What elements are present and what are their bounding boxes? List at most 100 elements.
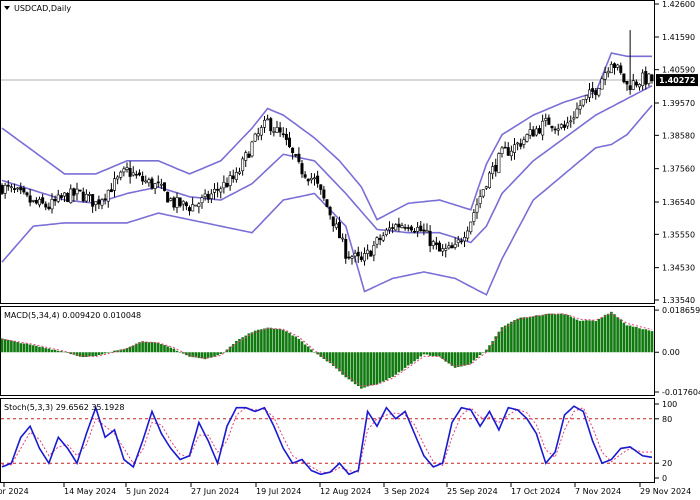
candle-body (444, 248, 448, 251)
candle-body (41, 197, 45, 204)
candle-body (422, 229, 426, 232)
macd-bar (506, 323, 510, 353)
candle-body (466, 230, 470, 239)
candle-body (166, 191, 170, 203)
current-price-label: 1.40272 (659, 76, 695, 85)
macd-bar (281, 330, 285, 353)
macd-bar (431, 352, 435, 357)
macd-bar (425, 352, 429, 355)
candle-body (581, 99, 585, 106)
candle-body (31, 199, 35, 202)
candle-body (612, 63, 616, 68)
candle-body (113, 178, 117, 191)
candle-body (384, 229, 388, 235)
candle-body (294, 154, 298, 156)
macd-bar (322, 352, 326, 360)
macd-bar (631, 326, 635, 353)
candle-body (100, 199, 104, 206)
macd-bar (438, 352, 441, 357)
macd-bar (638, 328, 641, 353)
macd-bar (485, 349, 488, 353)
candle-body (353, 253, 357, 257)
candle-body (253, 133, 257, 142)
candle-body (634, 81, 638, 86)
candle-body (381, 235, 385, 241)
price-tick-label: 1.40590 (662, 66, 695, 75)
time-tick-label: 17 Oct 2024 (511, 487, 560, 496)
candle-body (594, 90, 598, 96)
macd-bar (163, 345, 166, 353)
time-tick-label: 7 Nov 2024 (575, 487, 621, 496)
macd-bar (550, 313, 554, 353)
macd-bar (13, 341, 16, 353)
candle-body (534, 128, 538, 136)
candle-body (159, 183, 163, 186)
macd-bar (372, 352, 376, 385)
candle-body (200, 197, 204, 204)
candle-body (409, 226, 413, 231)
candle-body (512, 144, 516, 153)
macd-bar (588, 320, 591, 353)
candle-body (525, 134, 529, 142)
macd-bar (613, 314, 616, 353)
candle-body (441, 248, 445, 252)
candle-body (553, 128, 557, 131)
candle-body (75, 188, 79, 195)
candle-body (416, 227, 420, 232)
candle-body (562, 124, 566, 128)
macd-bar (381, 352, 385, 382)
candle-body (244, 152, 248, 161)
candle-body (269, 118, 273, 132)
candle-body (250, 141, 254, 157)
candle-body (225, 183, 229, 188)
macd-bar (91, 352, 94, 357)
macd-bar (113, 350, 116, 353)
macd-bar (541, 314, 544, 353)
macd-bar (256, 329, 260, 353)
candle-body (350, 256, 354, 259)
candle-body (412, 230, 416, 233)
macd-tick-label: 0.018659 (662, 306, 700, 315)
candle-body (125, 167, 129, 170)
candle-body (387, 227, 391, 231)
candle-body (566, 122, 570, 127)
candle-body (547, 117, 551, 125)
candle-body (528, 129, 532, 136)
macd-bar (0, 338, 4, 353)
macd-bar (635, 326, 638, 353)
candle-body (291, 147, 295, 154)
candle-body (406, 227, 410, 229)
macd-bar (144, 341, 148, 353)
macd-bar (172, 348, 176, 353)
macd-bar (503, 325, 507, 353)
time-tick-label: 5 Jun 2024 (126, 487, 169, 496)
candle-body (116, 176, 120, 180)
candle-body (341, 237, 345, 240)
candle-body (578, 105, 582, 110)
macd-bar (166, 346, 169, 353)
macd-bar (56, 350, 60, 353)
macd-bar (416, 352, 419, 360)
macd-bar (560, 313, 563, 353)
macd-bar (247, 333, 251, 353)
candle-body (72, 188, 76, 196)
macd-bar (313, 352, 316, 353)
candle-body (147, 179, 151, 184)
macd-bar (591, 320, 594, 353)
candle-body (522, 139, 526, 145)
stoch-tick-label: 80 (662, 415, 672, 424)
candle-body (222, 181, 226, 189)
macd-bar (10, 340, 13, 353)
macd-bar (369, 352, 373, 386)
macd-bar (178, 352, 182, 353)
candle-body (447, 245, 451, 249)
candle-body (575, 108, 579, 118)
macd-bar (275, 328, 279, 353)
macd-bar (475, 352, 479, 358)
candle-body (175, 197, 179, 208)
candle-body (472, 212, 476, 222)
macd-bar (603, 314, 607, 353)
macd-bar (356, 352, 360, 387)
macd-bar (94, 352, 98, 357)
candle-body (437, 242, 441, 252)
